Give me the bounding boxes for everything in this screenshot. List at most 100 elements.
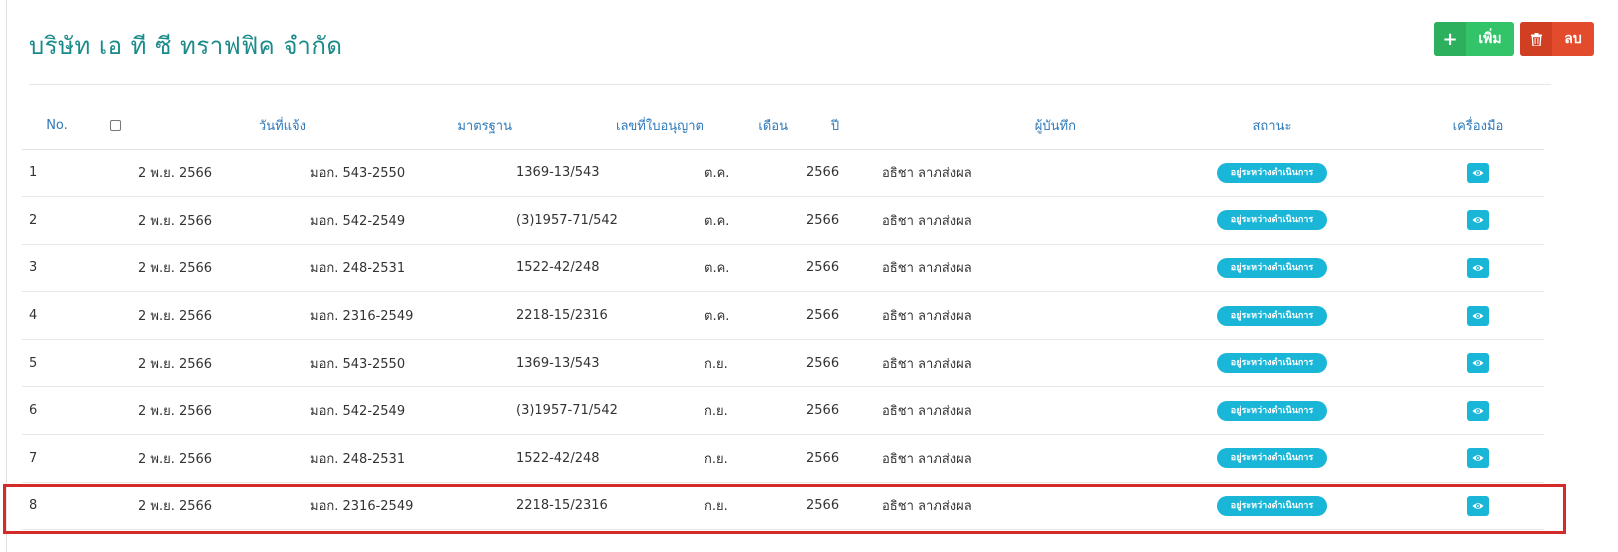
records-table: No. วันที่แจ้ง มาตรฐาน เลขที่ใบอนุญาต เด… [22,103,1544,531]
header-standard: มาตรฐาน [310,103,516,150]
cell-standard: มอก. 2316-2549 [310,291,516,340]
cell-license: (3)1957-71/542 [516,196,704,245]
eye-icon [1472,455,1484,462]
cell-no: 7 [22,434,92,483]
view-button[interactable] [1467,400,1489,421]
cell-select [92,386,138,436]
cell-date: 2 พ.ย. 2566 [138,244,310,293]
cell-select [92,196,138,245]
cell-status: อยู่ระหว่างดำเนินการ [1132,196,1412,245]
eye-icon [1472,265,1484,271]
cell-status: อยู่ระหว่างดำเนินการ [1132,386,1412,436]
cell-year: 2566 [788,386,882,436]
cell-tools [1412,339,1544,388]
cell-license: 2218-15/2316 [516,482,704,531]
trash-icon [1520,22,1552,56]
table-row: 7 2 พ.ย. 2566 มอก. 248-2531 1522-42/248 … [22,434,1544,483]
header-select-all [92,103,138,150]
delete-button[interactable]: ลบ [1520,22,1594,56]
cell-status: อยู่ระหว่างดำเนินการ [1132,339,1412,388]
cell-standard: มอก. 542-2549 [310,196,516,245]
select-all-checkbox[interactable] [109,120,121,132]
cell-month: ก.ย. [704,482,788,531]
cell-no: 2 [22,196,92,245]
header-month: เดือน [704,103,788,150]
title-divider [29,84,1551,85]
view-button[interactable] [1467,353,1489,374]
cell-year: 2566 [788,196,882,245]
cell-tools [1412,386,1544,436]
cell-standard: มอก. 2316-2549 [310,482,516,531]
header-status: สถานะ [1132,103,1412,150]
view-button[interactable] [1467,448,1489,469]
cell-license: 1522-42/248 [516,244,704,293]
eye-icon [1472,217,1484,224]
eye-icon [1472,360,1484,366]
view-button[interactable] [1467,495,1489,516]
cell-month: ต.ค. [704,196,788,245]
cell-select [92,434,138,483]
table-row: 8 2 พ.ย. 2566 มอก. 2316-2549 2218-15/231… [22,482,1544,531]
status-badge: อยู่ระหว่างดำเนินการ [1216,400,1328,421]
cell-select [92,291,138,340]
table-body: 1 2 พ.ย. 2566 มอก. 543-2550 1369-13/543 … [22,149,1544,531]
cell-standard: มอก. 543-2550 [310,149,516,198]
header-date: วันที่แจ้ง [138,103,310,150]
add-button-label: เพิ่ม [1478,31,1502,47]
cell-year: 2566 [788,149,882,198]
cell-month: ต.ค. [704,244,788,293]
cell-date: 2 พ.ย. 2566 [138,149,310,198]
cell-no: 4 [22,291,92,340]
cell-standard: มอก. 248-2531 [310,434,516,483]
view-button[interactable] [1467,305,1489,326]
view-button[interactable] [1467,257,1489,278]
cell-no: 5 [22,339,92,388]
table-row: 5 2 พ.ย. 2566 มอก. 543-2550 1369-13/543 … [22,339,1544,388]
header-tools: เครื่องมือ [1412,103,1544,150]
cell-select [92,482,138,531]
table-row: 2 2 พ.ย. 2566 มอก. 542-2549 (3)1957-71/5… [22,196,1544,245]
view-button[interactable] [1467,162,1489,183]
cell-recorder: อธิชา ลาภส่งผล [882,244,1132,293]
status-badge: อยู่ระหว่างดำเนินการ [1216,495,1328,516]
status-badge: อยู่ระหว่างดำเนินการ [1216,210,1328,231]
cell-date: 2 พ.ย. 2566 [138,291,310,340]
cell-recorder: อธิชา ลาภส่งผล [882,149,1132,198]
cell-date: 2 พ.ย. 2566 [138,196,310,245]
cell-year: 2566 [788,339,882,388]
eye-icon [1472,408,1484,414]
cell-date: 2 พ.ย. 2566 [138,386,310,436]
cell-tools [1412,291,1544,340]
cell-license: 1369-13/543 [516,149,704,198]
cell-month: ต.ค. [704,149,788,198]
cell-no: 1 [22,149,92,198]
cell-tools [1412,196,1544,245]
view-button[interactable] [1467,210,1489,231]
cell-standard: มอก. 542-2549 [310,386,516,436]
eye-icon [1472,503,1484,509]
cell-date: 2 พ.ย. 2566 [138,339,310,388]
status-badge: อยู่ระหว่างดำเนินการ [1216,353,1328,374]
cell-recorder: อธิชา ลาภส่งผล [882,339,1132,388]
cell-select [92,149,138,198]
table-row: 4 2 พ.ย. 2566 มอก. 2316-2549 2218-15/231… [22,291,1544,340]
cell-standard: มอก. 543-2550 [310,339,516,388]
cell-tools [1412,149,1544,198]
cell-tools [1412,244,1544,293]
cell-month: ต.ค. [704,291,788,340]
plus-icon: + [1434,22,1466,56]
cell-date: 2 พ.ย. 2566 [138,434,310,483]
delete-button-label: ลบ [1564,31,1582,47]
add-button[interactable]: + เพิ่ม [1434,22,1514,56]
table-row: 3 2 พ.ย. 2566 มอก. 248-2531 1522-42/248 … [22,244,1544,293]
cell-recorder: อธิชา ลาภส่งผล [882,196,1132,245]
cell-license: 1522-42/248 [516,434,704,483]
cell-status: อยู่ระหว่างดำเนินการ [1132,434,1412,483]
cell-status: อยู่ระหว่างดำเนินการ [1132,482,1412,531]
page-title: บริษัท เอ ที ซี ทราฟฟิค จำกัด [29,32,343,60]
eye-icon [1472,170,1484,176]
cell-status: อยู่ระหว่างดำเนินการ [1132,291,1412,340]
header-no: No. [22,103,92,150]
header-license: เลขที่ใบอนุญาต [516,103,704,150]
cell-license: 2218-15/2316 [516,291,704,340]
